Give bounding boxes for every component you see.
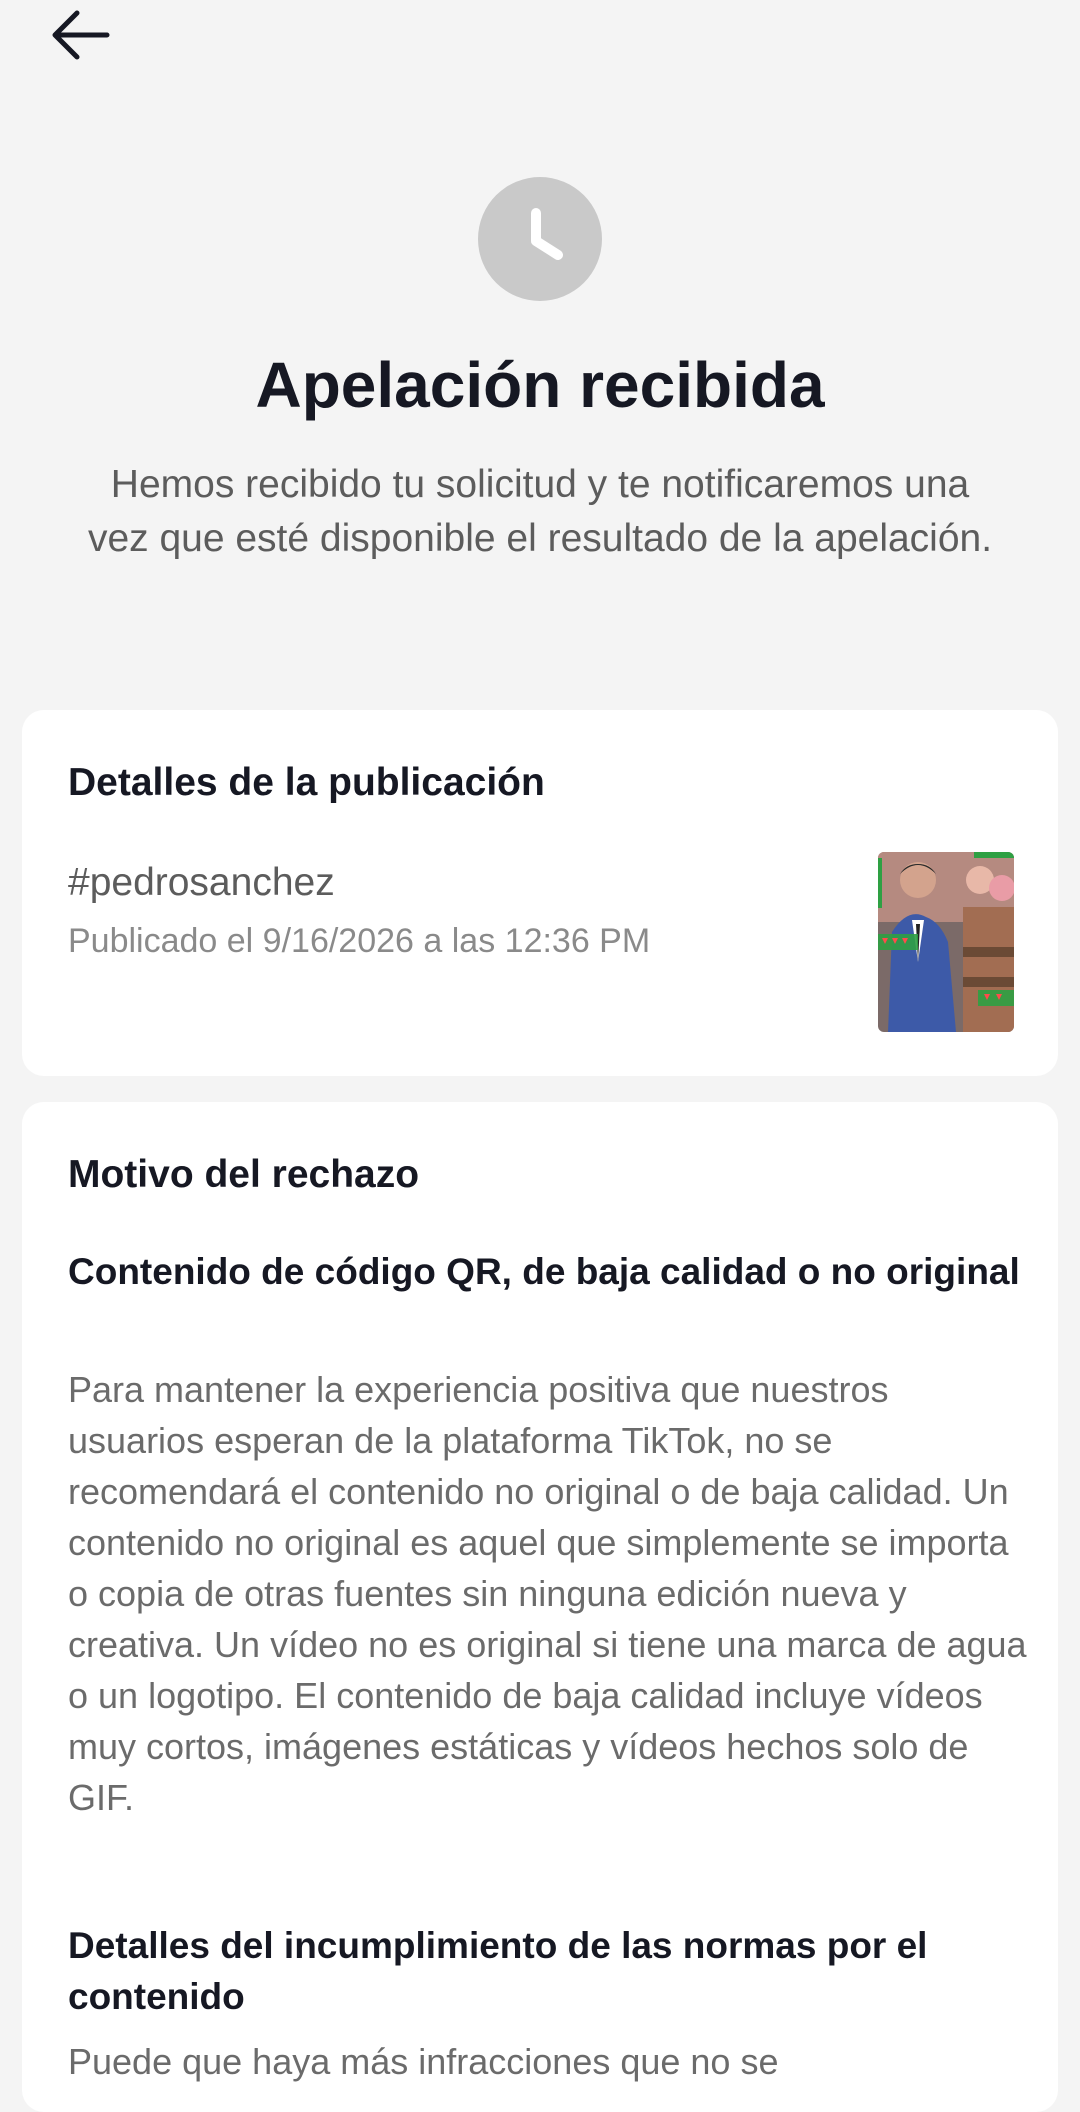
post-details-heading: Detalles de la publicación bbox=[68, 761, 545, 804]
violation-details-title: Detalles del incumplimiento de las norma… bbox=[68, 1925, 928, 2017]
rejection-reason-card: Motivo del rechazo Contenido de código Q… bbox=[22, 1102, 1058, 2112]
post-thumbnail[interactable] bbox=[878, 852, 1014, 1032]
back-button[interactable] bbox=[40, 0, 120, 70]
rejection-heading: Motivo del rechazo bbox=[68, 1153, 420, 1196]
post-details-card: Detalles de la publicación #pedrosanchez… bbox=[22, 710, 1058, 1076]
pending-status-badge bbox=[478, 177, 602, 301]
video-thumbnail-image bbox=[878, 852, 1014, 1032]
arrow-left-icon bbox=[52, 10, 110, 60]
page-title: Apelación recibida bbox=[255, 349, 825, 421]
clock-icon bbox=[531, 208, 563, 260]
post-date: Publicado el 9/16/2026 a las 12:36 PM bbox=[68, 922, 651, 960]
post-caption: #pedrosanchez bbox=[68, 861, 335, 904]
page-subtitle: Hemos recibido tu solicitud y te notific… bbox=[87, 463, 993, 560]
reason-description: Para mantener la experiencia positiva qu… bbox=[68, 1369, 1027, 1818]
reason-title: Contenido de código QR, de baja calidad … bbox=[68, 1251, 1020, 1292]
violation-details-text: Puede que haya más infracciones que no s… bbox=[68, 2041, 779, 2082]
